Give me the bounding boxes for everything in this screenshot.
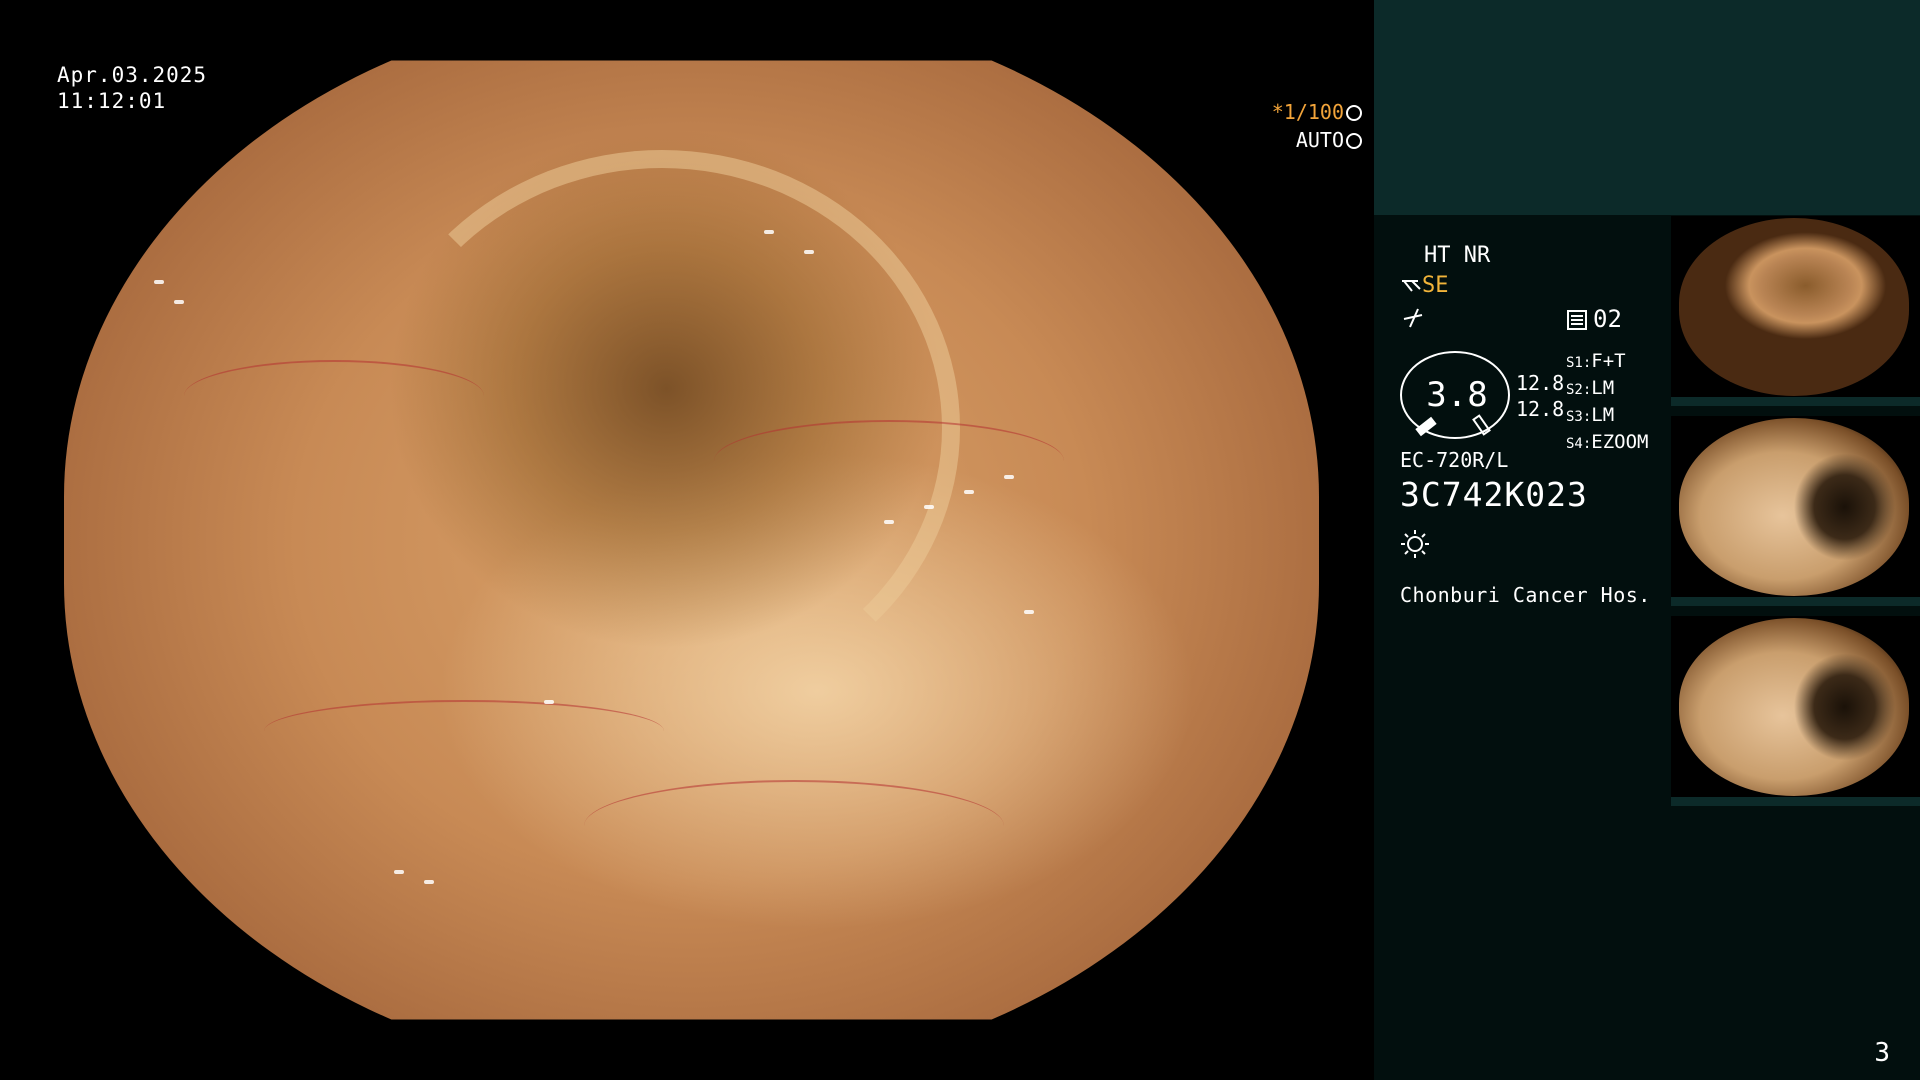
light-reflection (764, 230, 774, 234)
gauge-marker-right (1472, 414, 1491, 436)
memory-channel: 02 (1593, 305, 1622, 333)
thumbnail-image (1679, 618, 1909, 796)
se-label: SE (1422, 273, 1449, 298)
capture-thumbnail[interactable] (1671, 616, 1920, 806)
endoscope-view: Apr.03.2025 11:12:01 *1/100 AUTO (0, 0, 1374, 1080)
thumbnail-caption-bar (1671, 597, 1920, 606)
vessel-mark (584, 780, 1004, 872)
switch-list: S1:F+T S2:LM S3:LM S4:EZOOM (1566, 349, 1649, 457)
scissor-icon (1402, 280, 1421, 292)
light-reflection (964, 490, 974, 494)
light-reflection (924, 505, 934, 509)
light-reflection (154, 280, 164, 284)
vessel-mark (264, 700, 664, 762)
thumbnail-image (1679, 418, 1909, 596)
iris-text: AUTO (1295, 128, 1344, 152)
gauge-display: 3.8 (1400, 351, 1510, 439)
light-reflection (424, 880, 434, 884)
switch-item: S1:F+T (1566, 350, 1626, 372)
page-number: 3 (1874, 1038, 1890, 1068)
lens-icon (1346, 105, 1362, 121)
se-row: SE (1400, 273, 1449, 298)
date-text: Apr.03.2025 (57, 63, 208, 87)
capture-thumbnail[interactable] (1671, 416, 1920, 606)
switch-item: S3:LM (1566, 404, 1615, 426)
light-reflection (544, 700, 554, 704)
colon-lumen-image (64, 60, 1319, 1020)
gain-top: 12.8 (1516, 371, 1565, 395)
gain-bottom: 12.8 (1516, 397, 1565, 421)
light-reflection (884, 520, 894, 524)
capture-thumbnail[interactable] (1671, 216, 1920, 406)
gauge-marker-left (1415, 416, 1437, 437)
datetime-overlay: Apr.03.2025 11:12:01 (57, 62, 207, 114)
light-icon (1401, 530, 1429, 558)
shutter-text: *1/100 (1271, 100, 1344, 124)
light-reflection (394, 870, 404, 874)
light-reflection (804, 250, 814, 254)
switch-item: S2:LM (1566, 377, 1615, 399)
hospital-name: Chonburi Cancer Hos. (1400, 583, 1651, 607)
time-text: 11:12:01 (57, 89, 167, 113)
iris-row: AUTO (1157, 126, 1362, 154)
gauge-value: 3.8 (1426, 375, 1488, 415)
memory-icon (1567, 310, 1587, 330)
light-reflection (174, 300, 184, 304)
ht-nr-label: HT NR (1424, 243, 1491, 268)
thumbnail-image (1679, 218, 1909, 396)
aperture-icon (1346, 133, 1362, 149)
panel-header-area (1374, 0, 1920, 215)
shutter-row: *1/100 (1157, 98, 1362, 126)
vessel-mark (714, 420, 1064, 502)
vessel-mark (184, 360, 484, 432)
thumbnail-caption-bar (1671, 797, 1920, 806)
scope-model: EC-720R/L (1400, 448, 1509, 472)
scope-serial: 3C742K023 (1400, 475, 1588, 514)
light-reflection (1004, 475, 1014, 479)
wave-icon (1403, 308, 1423, 328)
thumbnail-caption-bar (1671, 397, 1920, 406)
switch-item: S4:EZOOM (1566, 431, 1649, 453)
light-reflection (1024, 610, 1034, 614)
exposure-overlay: *1/100 AUTO (1157, 98, 1374, 154)
